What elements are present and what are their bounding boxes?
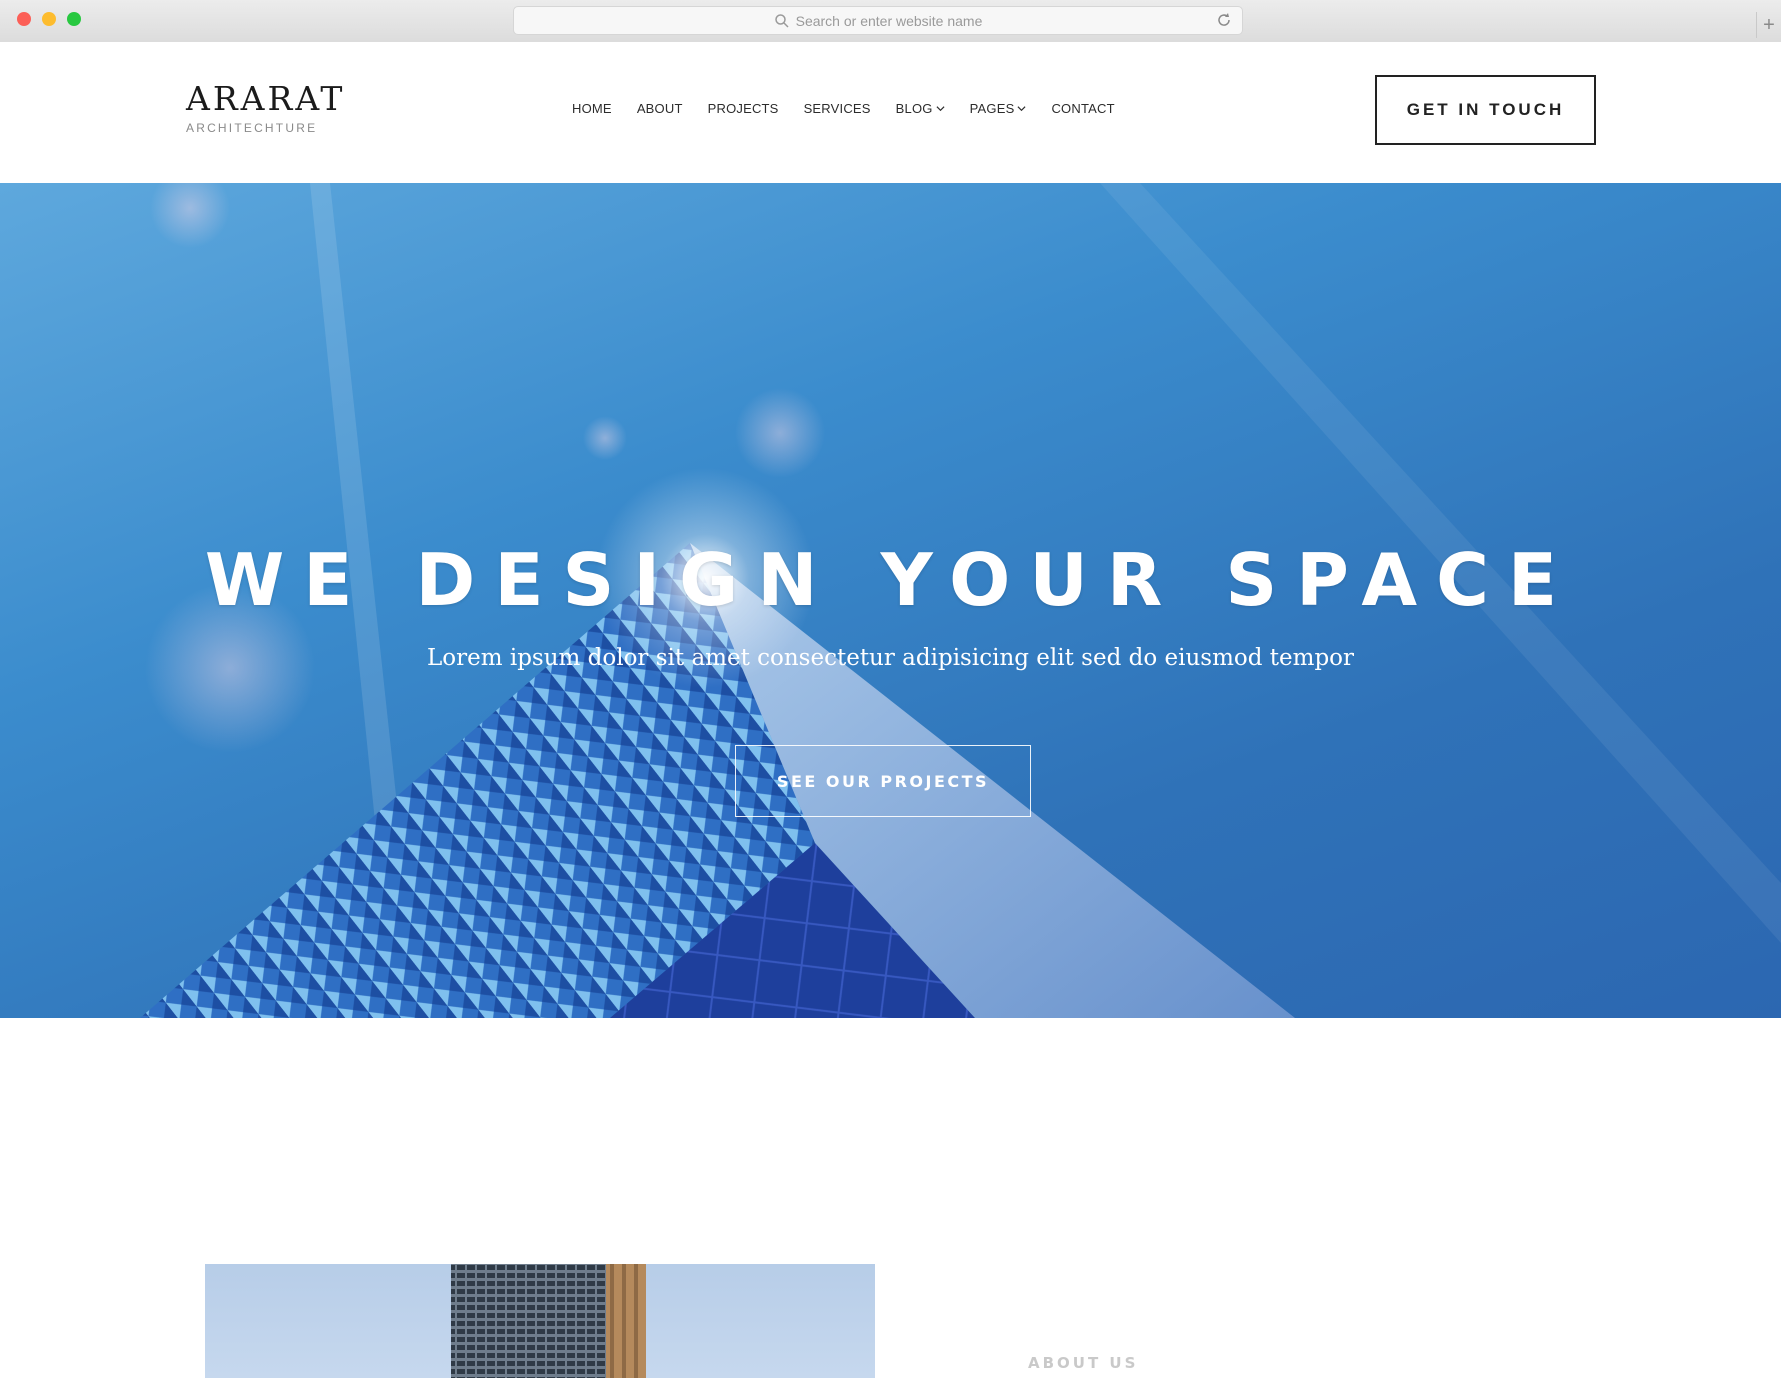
site-header: ARARAT ARCHITECHTURE HOME ABOUT PROJECTS… bbox=[0, 42, 1781, 183]
chevron-down-icon bbox=[936, 106, 945, 112]
new-tab-icon[interactable]: + bbox=[1756, 12, 1781, 38]
nav-item-services[interactable]: SERVICES bbox=[804, 101, 871, 116]
about-image bbox=[205, 1264, 875, 1378]
nav-item-label: ABOUT bbox=[636, 101, 683, 116]
minimize-window-button[interactable] bbox=[42, 12, 56, 26]
main-navigation: HOME ABOUT PROJECTS SERVICES BLOG PAGES bbox=[572, 101, 1140, 116]
see-our-projects-button[interactable]: SEE OUR PROJECTS bbox=[735, 745, 1031, 817]
zoom-window-button[interactable] bbox=[67, 12, 81, 26]
address-placeholder: Search or enter website name bbox=[795, 12, 983, 29]
browser-toolbar: Search or enter website name + bbox=[0, 0, 1781, 43]
nav-item-home[interactable]: HOME bbox=[572, 101, 612, 116]
nav-item-contact[interactable]: CONTACT bbox=[1051, 101, 1114, 116]
nav-item-label: PROJECTS bbox=[707, 101, 779, 116]
hero-title: WE DESIGN YOUR SPACE bbox=[204, 538, 1577, 622]
nav-item-label: HOME bbox=[572, 101, 612, 116]
nav-item-label: CONTACT bbox=[1051, 101, 1115, 116]
address-bar[interactable]: Search or enter website name bbox=[513, 6, 1243, 35]
nav-item-label: PAGES bbox=[969, 101, 1015, 116]
close-window-button[interactable] bbox=[17, 12, 31, 26]
search-icon bbox=[774, 13, 789, 28]
nav-item-label: SERVICES bbox=[803, 101, 871, 116]
hero-section: WE DESIGN YOUR SPACE Lorem ipsum dolor s… bbox=[0, 183, 1781, 1018]
browser-window: Search or enter website name + ARARAT AR… bbox=[0, 0, 1781, 1378]
nav-item-projects[interactable]: PROJECTS bbox=[708, 101, 779, 116]
logo-title: ARARAT bbox=[186, 79, 346, 118]
nav-item-about[interactable]: ABOUT bbox=[637, 101, 683, 116]
chevron-down-icon bbox=[1017, 106, 1026, 112]
reload-icon[interactable] bbox=[1216, 12, 1232, 28]
site-logo[interactable]: ARARAT ARCHITECHTURE bbox=[186, 82, 345, 135]
get-in-touch-button[interactable]: GET IN TOUCH bbox=[1375, 75, 1596, 145]
tower-image bbox=[451, 1264, 646, 1378]
nav-item-blog[interactable]: BLOG bbox=[896, 101, 945, 116]
nav-item-label: BLOG bbox=[895, 101, 933, 116]
about-us-label: ABOUT US bbox=[1028, 1354, 1139, 1372]
nav-item-pages[interactable]: PAGES bbox=[970, 101, 1027, 116]
hero-subtitle: Lorem ipsum dolor sit amet consectetur a… bbox=[426, 645, 1355, 671]
logo-subtitle: ARCHITECHTURE bbox=[186, 121, 318, 135]
